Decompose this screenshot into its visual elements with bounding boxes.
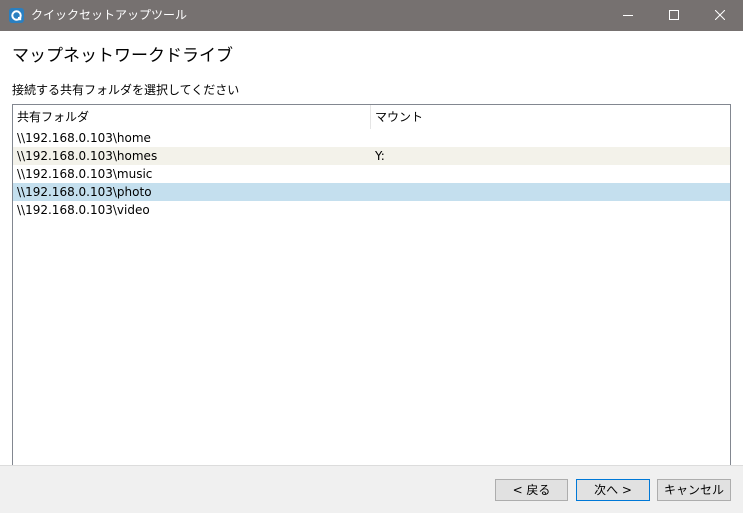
list-row-selected[interactable]: \\192.168.0.103\photo: [13, 183, 730, 201]
list-row[interactable]: \\192.168.0.103\video: [13, 201, 730, 219]
instruction-text: 接続する共有フォルダを選択してください: [12, 83, 240, 97]
row-share-path: \\192.168.0.103\music: [17, 167, 153, 181]
row-share-path: \\192.168.0.103\home: [17, 131, 151, 145]
maximize-button[interactable]: [651, 0, 697, 31]
back-button[interactable]: < 戻る: [495, 479, 568, 501]
app-icon: [9, 8, 24, 23]
share-list[interactable]: 共有フォルダ マウント \\192.168.0.103\home \\192.1…: [12, 104, 731, 484]
next-button[interactable]: 次へ >: [576, 479, 650, 501]
list-row[interactable]: \\192.168.0.103\home: [13, 129, 730, 147]
maximize-icon: [669, 10, 679, 20]
list-rows: \\192.168.0.103\home \\192.168.0.103\hom…: [13, 129, 730, 219]
list-row[interactable]: \\192.168.0.103\music: [13, 165, 730, 183]
wizard-content: マップネットワークドライブ 接続する共有フォルダを選択してください 共有フォルダ…: [0, 31, 743, 484]
button-bar: < 戻る 次へ > キャンセル: [0, 465, 743, 513]
cancel-button[interactable]: キャンセル: [657, 479, 731, 501]
close-icon: [715, 10, 725, 20]
window-title: クイックセットアップツール: [31, 8, 188, 22]
page-title: マップネットワークドライブ: [12, 46, 233, 66]
close-button[interactable]: [697, 0, 743, 31]
column-header-share[interactable]: 共有フォルダ: [13, 105, 371, 129]
minimize-button[interactable]: [605, 0, 651, 31]
row-share-path: \\192.168.0.103\photo: [17, 185, 152, 199]
row-mount-drive: Y:: [375, 149, 385, 163]
column-header-mount[interactable]: マウント: [371, 105, 730, 129]
list-header: 共有フォルダ マウント: [13, 105, 730, 129]
list-row[interactable]: \\192.168.0.103\homes Y:: [13, 147, 730, 165]
row-share-path: \\192.168.0.103\homes: [17, 149, 158, 163]
minimize-icon: [623, 15, 633, 16]
title-bar: クイックセットアップツール: [0, 0, 743, 31]
row-share-path: \\192.168.0.103\video: [17, 203, 150, 217]
